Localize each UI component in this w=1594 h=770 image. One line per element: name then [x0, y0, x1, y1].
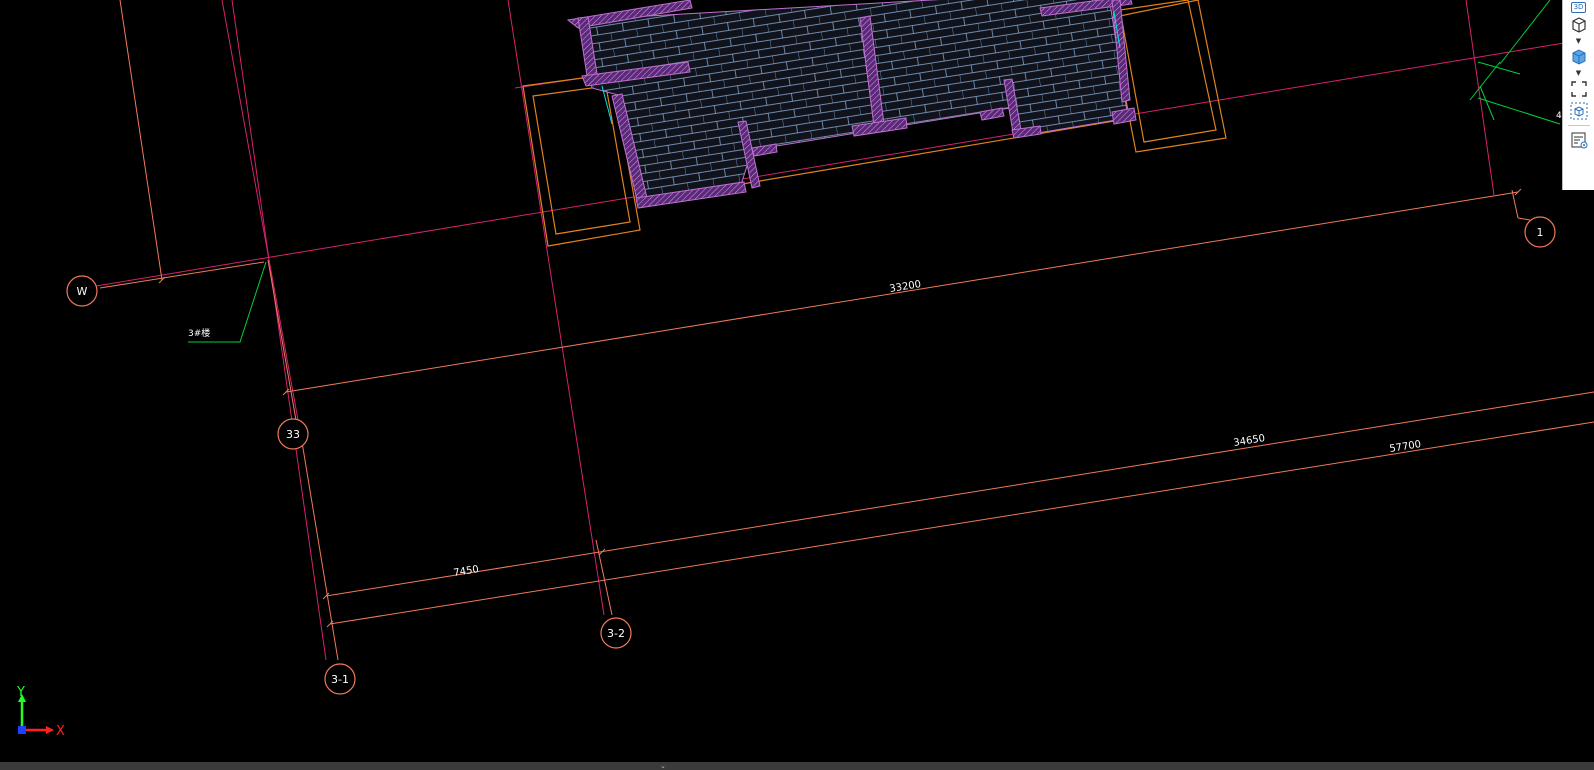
dim-text-34650: 34650 [1233, 433, 1266, 449]
brick-floor-area [577, 0, 1129, 206]
dim-text-7450: 7450 [453, 564, 480, 579]
axis-label-33: 33 [286, 428, 300, 441]
expand-handle-icon[interactable]: ⌄ [660, 762, 666, 770]
axis-ext-33 [267, 259, 297, 421]
axis-ext-left [119, 0, 163, 281]
drawing-canvas[interactable]: 33200 34650 57700 7450 W 33 3-1 3-2 1 3#… [0, 0, 1594, 770]
axis-label-3-1: 3-1 [331, 673, 349, 686]
dim-text-33200: 33200 [889, 279, 922, 295]
axis-label-1: 1 [1537, 226, 1544, 239]
solid-cube-button[interactable] [1566, 46, 1592, 68]
ucs-x-label: X [56, 724, 65, 739]
axis-bubble-3-1[interactable]: 3-1 [324, 663, 356, 695]
axis-bubbles: W 33 3-1 3-2 1 [66, 216, 1556, 695]
isometric-view-button[interactable] [1566, 100, 1592, 122]
fullscreen-button[interactable] [1566, 78, 1592, 100]
axis-bubble-33[interactable]: 33 [277, 418, 309, 450]
view-toolbar: 3D ▼ ▼ [1562, 0, 1594, 190]
chevron-down-icon: ▼ [1575, 37, 1582, 45]
toolbar-separator [1567, 125, 1590, 126]
axis-ext-w [99, 261, 265, 289]
grid-line-3-1 [231, 0, 327, 661]
axis-label-w: W [77, 285, 88, 298]
building-plan[interactable] [566, 0, 1137, 209]
cad-viewport[interactable]: 33200 34650 57700 7450 W 33 3-1 3-2 1 3#… [0, 0, 1594, 770]
chevron-down-icon: ▼ [1575, 69, 1582, 77]
bottom-status-bar: ⌄ [0, 762, 1594, 770]
properties-list-icon [1571, 132, 1587, 149]
view-3d-button[interactable]: 3D [1566, 0, 1592, 14]
badge-3d: 3D [1570, 1, 1587, 13]
axis-bubble-3-2[interactable]: 3-2 [600, 617, 632, 649]
axis-ext-1 [1511, 189, 1519, 219]
leader-text-building: 3#楼 [188, 327, 210, 339]
axis-ext-3-1 [299, 429, 339, 661]
ucs-icon: Y X [16, 686, 65, 739]
grid-line-1 [1465, 0, 1495, 196]
axis-ext-1b [1517, 217, 1531, 221]
solid-cube-icon [1572, 49, 1585, 65]
dimension-texts: 33200 34650 57700 7450 [453, 279, 1422, 579]
solid-cube-caret[interactable]: ▼ [1566, 68, 1592, 78]
axis-bubble-1[interactable]: 1 [1524, 216, 1556, 248]
axis-label-3-2: 3-2 [607, 627, 625, 640]
view-cube-button[interactable] [1566, 14, 1592, 36]
fullscreen-icon [1570, 81, 1587, 97]
leader-right-top [1499, 0, 1551, 65]
isometric-view-icon [1570, 102, 1587, 120]
axis-bubble-w[interactable]: W [66, 275, 98, 307]
view-cube-caret[interactable]: ▼ [1566, 36, 1592, 46]
grid-line-33 [221, 0, 299, 421]
ucs-y-label: Y [16, 686, 25, 700]
properties-button[interactable] [1566, 129, 1592, 151]
dim-text-57700: 57700 [1389, 439, 1422, 455]
wireframe-cube-icon [1571, 17, 1586, 33]
dim-line-34650 [325, 391, 1594, 597]
